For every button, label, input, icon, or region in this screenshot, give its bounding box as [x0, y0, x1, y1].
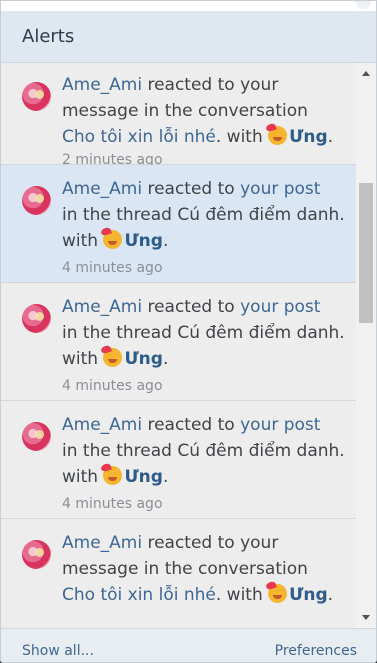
- alert-with-text: . with: [215, 127, 269, 147]
- alert-time: 4 minutes ago: [62, 260, 163, 276]
- preferences-link[interactable]: Preferences: [275, 643, 357, 659]
- alert-detail: in the thread Cú đêm điểm danh.: [62, 205, 345, 225]
- alert-time: 4 minutes ago: [62, 378, 163, 394]
- user-avatar[interactable]: [22, 186, 51, 215]
- show-all-link[interactable]: Show all...: [22, 643, 94, 659]
- post-link[interactable]: your post: [240, 415, 320, 435]
- alert-with-text: . with: [215, 585, 269, 605]
- scroll-down-arrow-icon[interactable]: [362, 615, 370, 620]
- alert-detail: in the thread Cú đêm điểm danh.: [62, 323, 345, 343]
- user-avatar[interactable]: [22, 304, 51, 333]
- reaction-emoji-icon: [103, 230, 123, 249]
- reaction-emoji-icon: [268, 584, 288, 603]
- alert-detail: message in the conversation: [62, 559, 308, 579]
- alert-action: reacted to: [142, 179, 241, 199]
- alert-item[interactable]: Ame_Ami reacted to your post in the thre…: [1, 401, 356, 519]
- reaction-name: Ưng: [289, 585, 328, 605]
- alert-user-link[interactable]: Ame_Ami: [62, 297, 142, 317]
- alert-detail: message in the conversation: [62, 101, 308, 121]
- alert-item[interactable]: Ame_Ami reacted to your message in the c…: [1, 63, 356, 168]
- popup-top-edge: [1, 1, 376, 11]
- user-avatar[interactable]: [22, 540, 51, 569]
- alert-user-link[interactable]: Ame_Ami: [62, 75, 142, 95]
- alert-text: Ame_Ami reacted to your post in the thre…: [62, 294, 352, 372]
- alert-with-text: with: [62, 349, 104, 369]
- alert-text: Ame_Ami reacted to your message in the c…: [62, 72, 352, 150]
- alerts-popup: Alerts Ame_Ami reacted to your message i…: [0, 0, 377, 663]
- post-link[interactable]: your post: [240, 179, 320, 199]
- conversation-link[interactable]: Cho tôi xin lỗi nhé: [62, 127, 216, 147]
- scrollbar[interactable]: [356, 63, 376, 628]
- alerts-header: Alerts: [1, 11, 376, 63]
- alert-period: .: [162, 231, 169, 251]
- user-avatar[interactable]: [22, 422, 51, 451]
- reaction-emoji-icon: [103, 466, 123, 485]
- scroll-up-arrow-icon[interactable]: [362, 71, 370, 76]
- reaction-name: Ưng: [124, 349, 163, 369]
- alert-action: reacted to: [142, 415, 241, 435]
- alert-item[interactable]: Ame_Ami reacted to your message in the c…: [1, 519, 356, 619]
- conversation-link[interactable]: Cho tôi xin lỗi nhé: [62, 585, 216, 605]
- alerts-list: Ame_Ami reacted to your message in the c…: [1, 63, 356, 628]
- alert-with-text: with: [62, 467, 104, 487]
- post-link[interactable]: your post: [240, 297, 320, 317]
- alert-user-link[interactable]: Ame_Ami: [62, 533, 142, 553]
- alert-text: Ame_Ami reacted to your post in the thre…: [62, 176, 352, 254]
- alert-text: Ame_Ami reacted to your message in the c…: [62, 530, 352, 608]
- scrollbar-thumb[interactable]: [359, 183, 373, 323]
- alert-user-link[interactable]: Ame_Ami: [62, 179, 142, 199]
- reaction-emoji-icon: [268, 126, 288, 145]
- alert-action: reacted to your: [142, 533, 279, 553]
- reaction-name: Ưng: [124, 231, 163, 251]
- reaction-name: Ưng: [289, 127, 328, 147]
- alert-time: 4 minutes ago: [62, 496, 163, 512]
- user-avatar[interactable]: [22, 82, 51, 111]
- alert-action: reacted to your: [142, 75, 279, 95]
- alert-period: .: [327, 127, 334, 147]
- reaction-name: Ưng: [124, 467, 163, 487]
- alert-with-text: with: [62, 231, 104, 251]
- alert-period: .: [162, 349, 169, 369]
- alert-period: .: [162, 467, 169, 487]
- alert-action: reacted to: [142, 297, 241, 317]
- popup-arrow: [355, 1, 371, 9]
- alert-item[interactable]: Ame_Ami reacted to your post in the thre…: [1, 165, 356, 283]
- alert-text: Ame_Ami reacted to your post in the thre…: [62, 412, 352, 490]
- reaction-emoji-icon: [103, 348, 123, 367]
- alert-user-link[interactable]: Ame_Ami: [62, 415, 142, 435]
- alerts-footer: Show all... Preferences: [1, 628, 376, 662]
- alert-detail: in the thread Cú đêm điểm danh.: [62, 441, 345, 461]
- alert-item[interactable]: Ame_Ami reacted to your post in the thre…: [1, 283, 356, 401]
- alert-period: .: [327, 585, 334, 605]
- page-title: Alerts: [22, 26, 75, 47]
